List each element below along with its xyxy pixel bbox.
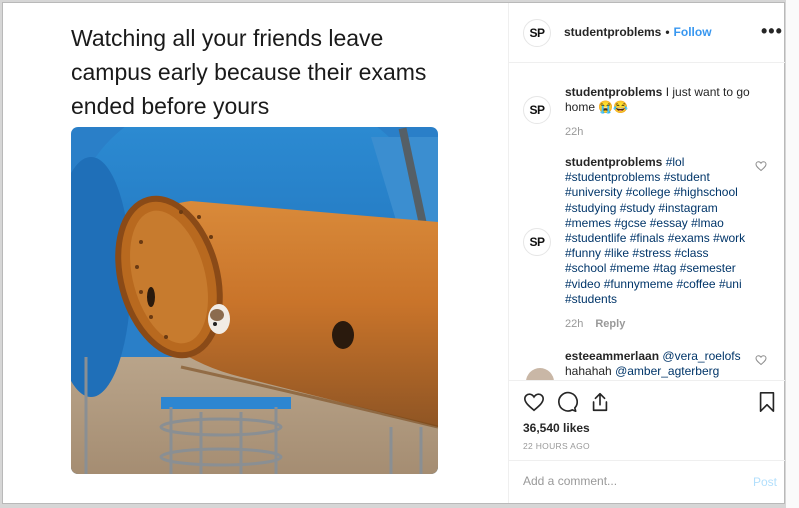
hashtag-link[interactable]: #funny: [565, 246, 601, 260]
window-edge: [786, 0, 799, 508]
author-line: studentproblems • Follow: [564, 25, 712, 39]
hashtag-link[interactable]: #funnymeme: [604, 277, 673, 291]
hashtag-link[interactable]: #finals: [630, 231, 665, 245]
comment-time[interactable]: 22h: [565, 318, 583, 330]
hashtag-link[interactable]: #lol: [666, 155, 685, 169]
hashtag-list: #lol #studentproblems #student #universi…: [565, 155, 745, 306]
like-comment-heart-icon[interactable]: [755, 354, 767, 366]
hashtag-link[interactable]: #semester: [680, 261, 736, 275]
hashtag-link[interactable]: #studentlife: [565, 231, 626, 245]
comment-bubble-icon[interactable]: [556, 391, 578, 413]
post-header: SP studentproblems • Follow •••: [509, 3, 785, 63]
hashtag-link[interactable]: #highschool: [674, 185, 738, 199]
hashtag-link[interactable]: #video: [565, 277, 600, 291]
hashtag-link[interactable]: #uni: [719, 277, 742, 291]
comment-username[interactable]: studentproblems: [565, 155, 662, 169]
meme-caption: Watching all your friends leave campus e…: [71, 25, 427, 119]
likes-count[interactable]: 36,540 likes: [523, 421, 590, 435]
comment-meta: 22h: [565, 126, 583, 138]
hashtag-link[interactable]: #class: [674, 246, 708, 260]
author-username[interactable]: studentproblems: [564, 25, 661, 39]
hashtag-link[interactable]: #instagram: [658, 201, 717, 215]
commenter-photo-avatar[interactable]: [526, 368, 554, 380]
comment-body: studentproblems #lol #studentproblems #s…: [565, 155, 750, 307]
more-horizontal-icon[interactable]: •••: [761, 21, 783, 42]
comment-body: studentproblems I just want to go home 😭…: [565, 85, 750, 115]
hashtag-link[interactable]: #university: [565, 185, 622, 199]
hashtag-link[interactable]: #coffee: [676, 277, 715, 291]
hashtag-link[interactable]: #meme: [610, 261, 650, 275]
follow-button[interactable]: Follow: [674, 25, 712, 39]
post-timestamp[interactable]: 22 HOURS AGO: [523, 441, 590, 451]
comments-list[interactable]: SP studentproblems I just want to go hom…: [509, 64, 785, 380]
hashtag-link[interactable]: #stress: [632, 246, 671, 260]
hashtag-link[interactable]: #study: [620, 201, 655, 215]
author-avatar[interactable]: SP: [523, 19, 551, 47]
comment-body: esteeammerlaan @vera_roelofs hahahah @am…: [565, 349, 750, 379]
hashtag-link[interactable]: #gcse: [614, 216, 646, 230]
comment-time[interactable]: 22h: [565, 126, 583, 138]
hashtag-link[interactable]: #school: [565, 261, 606, 275]
add-comment-input[interactable]: [523, 474, 723, 488]
comment-text: hahahah: [565, 364, 612, 379]
hashtag-link[interactable]: #memes: [565, 216, 611, 230]
like-heart-icon[interactable]: [523, 391, 545, 413]
hashtag-link[interactable]: #students: [565, 292, 617, 306]
comment-username[interactable]: esteeammerlaan: [565, 349, 659, 363]
hashtag-link[interactable]: #student: [664, 170, 710, 184]
reply-button[interactable]: Reply: [595, 318, 625, 330]
bookmark-icon[interactable]: [757, 391, 777, 413]
comment-meta: 22h Reply: [565, 318, 625, 330]
comment-mention[interactable]: @amber_agterberg: [615, 364, 719, 378]
hashtag-link[interactable]: #exams: [668, 231, 710, 245]
comment-avatar[interactable]: SP: [523, 96, 551, 124]
hashtag-link[interactable]: #lmao: [691, 216, 724, 230]
comment-mention[interactable]: @vera_roelofs: [662, 349, 740, 363]
post-sidebar: SP studentproblems • Follow ••• SP student…: [509, 3, 785, 503]
separator-dot: •: [665, 25, 670, 39]
comment-avatar[interactable]: SP: [523, 228, 551, 256]
post-dialog: Watching all your friends leave campus e…: [2, 2, 785, 504]
comment-username[interactable]: studentproblems: [565, 85, 662, 99]
post-actions: 36,540 likes 22 HOURS AGO: [509, 380, 785, 460]
hashtag-link[interactable]: #like: [604, 246, 629, 260]
playground-tube-image: [71, 127, 438, 474]
add-comment-bar: Post: [509, 460, 785, 503]
hashtag-link[interactable]: #studentproblems: [565, 170, 660, 184]
post-media-pane: Watching all your friends leave campus e…: [3, 3, 508, 503]
hashtag-link[interactable]: #studying: [565, 201, 616, 215]
post-comment-button[interactable]: Post: [753, 475, 777, 489]
like-comment-heart-icon[interactable]: [755, 160, 767, 172]
hashtag-link[interactable]: #college: [626, 185, 671, 199]
hashtag-link[interactable]: #essay: [650, 216, 688, 230]
share-icon[interactable]: [589, 391, 611, 413]
hashtag-link[interactable]: #work: [713, 231, 745, 245]
meme-photo[interactable]: [71, 127, 438, 474]
hashtag-link[interactable]: #tag: [653, 261, 676, 275]
